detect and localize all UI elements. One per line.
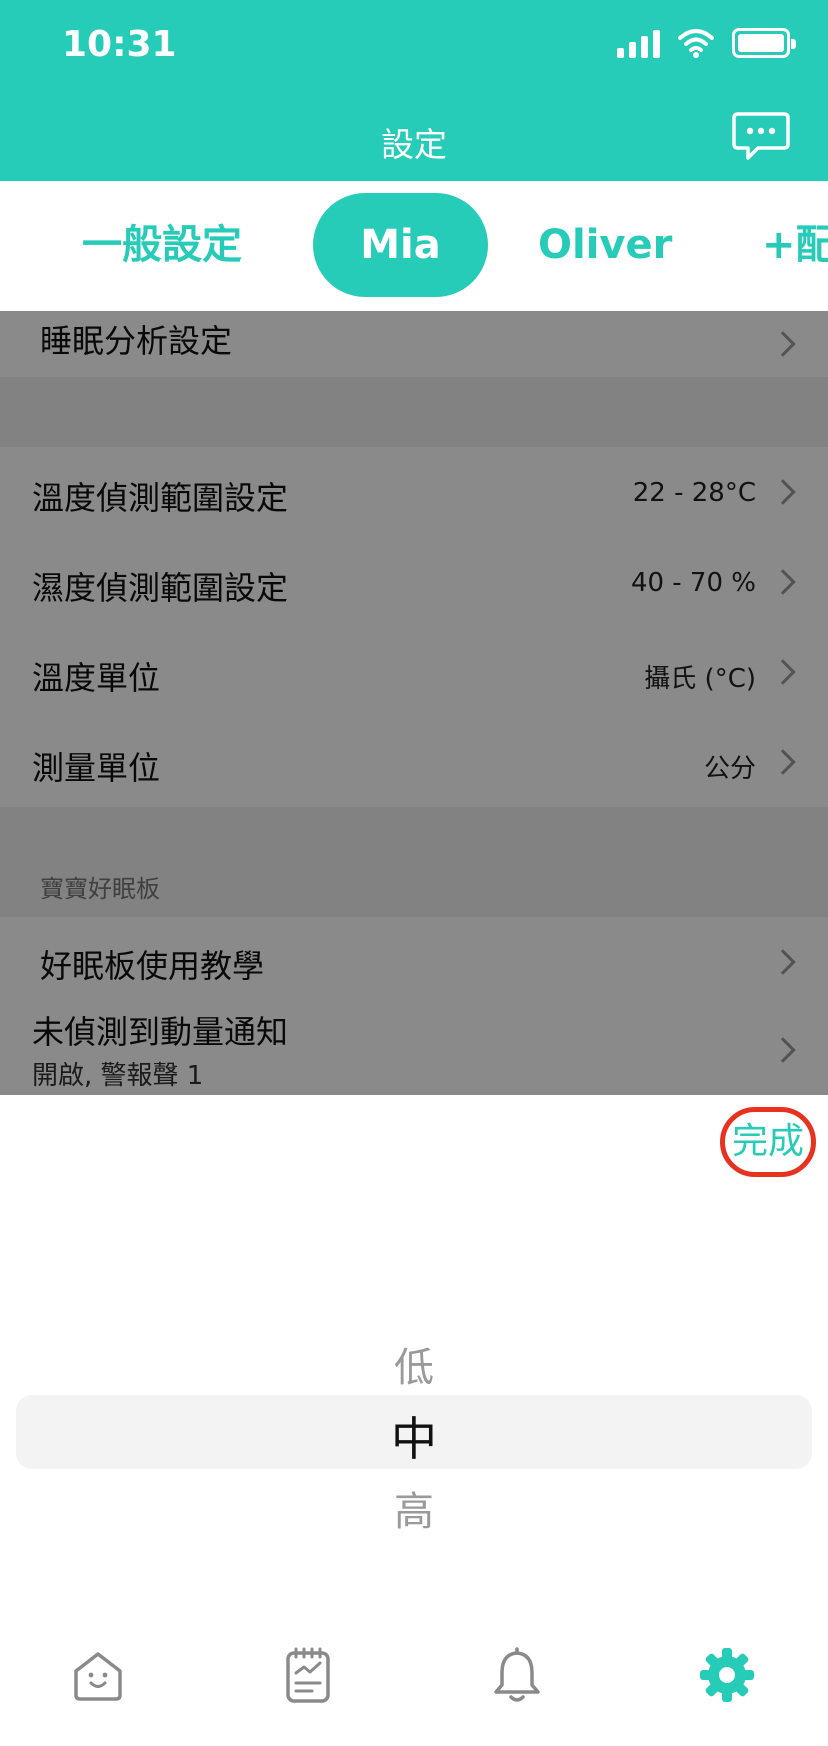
wifi-icon xyxy=(678,29,714,58)
status-time: 10:31 xyxy=(62,24,177,65)
picker-option-high[interactable]: 高 xyxy=(0,1479,828,1537)
profile-tabs: 一般設定 Mia Oliver +配 xyxy=(0,181,828,311)
battery-icon xyxy=(732,28,796,58)
report-icon[interactable] xyxy=(278,1645,338,1705)
picker-option-low[interactable]: 低 xyxy=(0,1335,828,1393)
done-button[interactable]: 完成 xyxy=(720,1107,816,1177)
tab-add-device[interactable]: +配 xyxy=(762,193,828,297)
tab-general-settings[interactable]: 一般設定 xyxy=(82,193,242,297)
picker-sheet: 完成 低 中 高 xyxy=(0,1095,828,1615)
settings-screen: 10:31 設定 一般設定 Mia Oliver +配 睡眠分析設定 溫度偵測範… xyxy=(0,0,828,1746)
tab-oliver[interactable]: Oliver xyxy=(538,193,672,297)
chat-bubble-icon[interactable] xyxy=(732,110,790,162)
picker-option-medium[interactable]: 中 xyxy=(0,1403,828,1469)
signal-icon xyxy=(617,28,660,58)
app-header: 10:31 設定 xyxy=(0,0,828,181)
home-icon[interactable] xyxy=(68,1645,128,1705)
settings-gear-icon[interactable] xyxy=(697,1645,757,1705)
page-title: 設定 xyxy=(381,125,447,164)
bottom-nav xyxy=(0,1615,828,1746)
status-icons xyxy=(617,28,796,58)
bell-icon[interactable] xyxy=(487,1645,547,1705)
tab-mia[interactable]: Mia xyxy=(313,193,488,297)
modal-overlay[interactable] xyxy=(0,311,828,1095)
